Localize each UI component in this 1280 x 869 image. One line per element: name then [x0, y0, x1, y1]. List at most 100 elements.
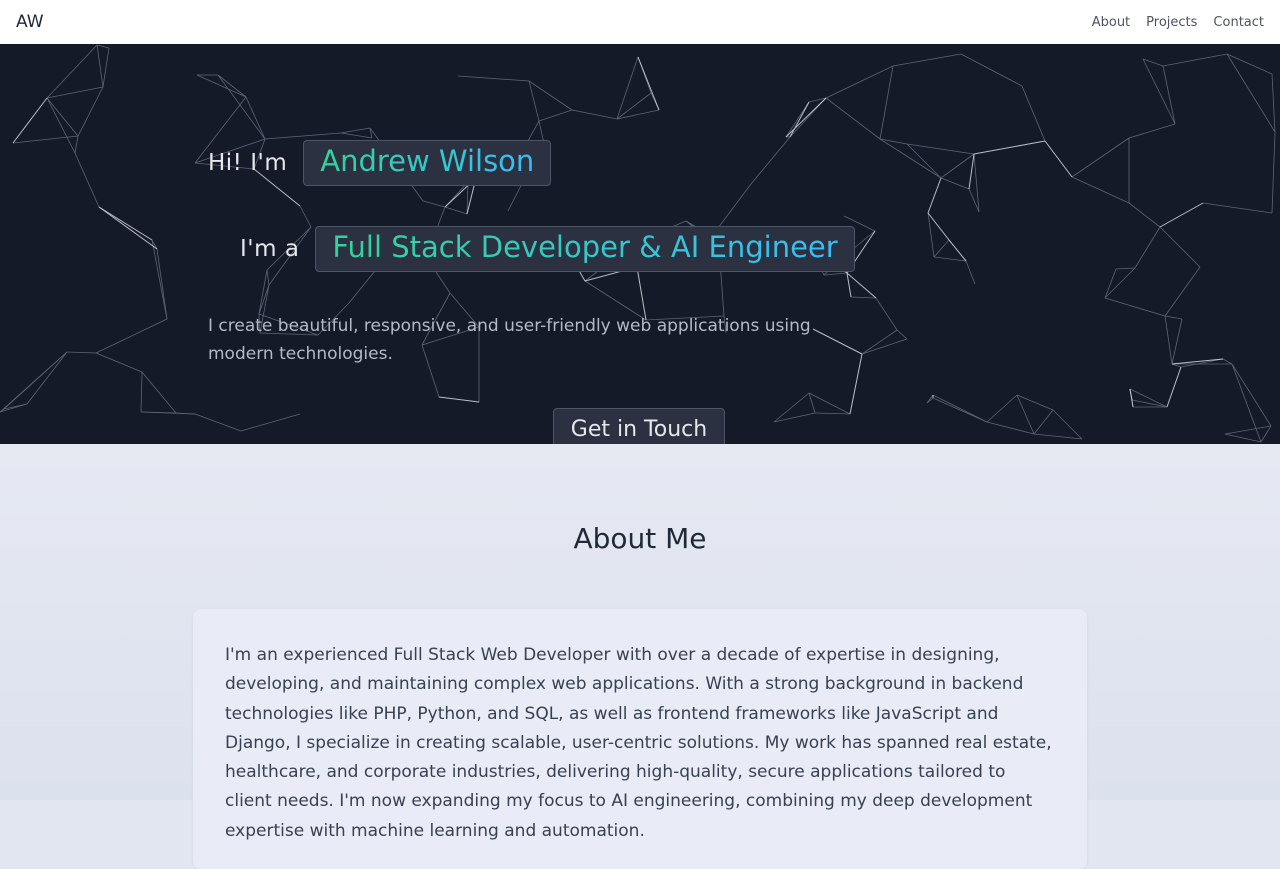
network-edge	[438, 396, 480, 403]
network-edge	[3, 351, 68, 410]
network-edge	[98, 206, 153, 241]
network-edge	[266, 269, 270, 286]
network-edge	[940, 153, 975, 179]
network-edge	[194, 413, 242, 432]
network-edge	[1052, 409, 1083, 440]
network-edge	[74, 135, 79, 154]
about-body: I'm an experienced Full Stack Web Develo…	[225, 645, 1052, 841]
network-edge	[77, 86, 104, 137]
network-edge	[773, 392, 810, 423]
network-edge	[140, 411, 196, 415]
nav-link-projects[interactable]: Projects	[1146, 15, 1197, 30]
network-edge	[1159, 202, 1204, 228]
get-in-touch-button[interactable]: Get in Touch	[553, 408, 725, 444]
network-edge	[95, 352, 143, 373]
greeting-line: Hi! I'm Andrew Wilson	[208, 140, 552, 186]
network-edge	[986, 394, 1018, 423]
network-edge	[422, 200, 446, 208]
network-edge	[616, 56, 639, 120]
network-edge	[46, 97, 79, 137]
network-edge	[1128, 123, 1176, 139]
network-edge	[825, 65, 894, 99]
network-edge	[74, 152, 100, 208]
network-edge	[340, 132, 373, 139]
network-edge	[1224, 433, 1262, 443]
nav-link-contact[interactable]: Contact	[1213, 15, 1264, 30]
network-edge	[1044, 140, 1073, 178]
network-edge	[948, 239, 967, 262]
network-edge	[861, 338, 908, 355]
network-edge	[814, 412, 851, 415]
network-edge	[96, 44, 104, 88]
network-edge	[95, 318, 168, 354]
network-edge	[932, 397, 988, 423]
network-edge	[151, 239, 168, 320]
role-highlight: Full Stack Developer & AI Engineer	[315, 226, 855, 272]
network-edge	[299, 205, 312, 228]
network-edge	[846, 272, 877, 299]
network-edge	[340, 127, 371, 134]
network-edge	[861, 329, 898, 355]
hero-intro: I create beautiful, responsive, and user…	[208, 316, 811, 364]
network-edge	[240, 413, 301, 432]
network-edge	[1071, 176, 1130, 204]
network-edge	[26, 351, 68, 405]
network-edge	[1021, 85, 1046, 142]
network-edge	[102, 47, 110, 88]
network-edge	[773, 412, 816, 423]
network-edge	[571, 109, 618, 120]
about-section: About Me I'm an experienced Full Stack W…	[0, 444, 1280, 869]
about-title: About Me	[573, 522, 707, 555]
network-edge	[264, 132, 342, 140]
network-edge	[986, 421, 1035, 435]
network-edge	[3, 403, 28, 410]
network-edge	[1164, 315, 1173, 365]
network-edge	[973, 140, 1046, 155]
network-edge	[906, 143, 975, 155]
network-edge	[973, 153, 980, 213]
network-edge	[457, 75, 530, 82]
network-edge	[140, 371, 143, 413]
network-edge	[1226, 53, 1273, 75]
network-edge	[1071, 137, 1130, 178]
network-edge	[1159, 226, 1201, 268]
network-edge	[196, 74, 247, 98]
role-line: I'm a Full Stack Developer & AI Engineer	[240, 226, 855, 272]
network-edge	[846, 272, 852, 298]
network-edge	[808, 392, 851, 415]
nav-link-about[interactable]: About	[1092, 15, 1130, 30]
network-edge	[1171, 363, 1182, 368]
network-edge	[1162, 53, 1228, 67]
network-edge	[1162, 65, 1176, 125]
network-edge	[1202, 202, 1273, 214]
network-edge	[12, 97, 48, 144]
network-edge	[750, 136, 791, 185]
network-edge	[1171, 358, 1224, 365]
network-edge	[933, 256, 967, 262]
network-edge	[896, 329, 908, 340]
network-edge	[875, 297, 898, 331]
network-edge	[96, 44, 110, 49]
network-edge	[1171, 318, 1183, 365]
network-edge	[1104, 297, 1166, 317]
about-card: I'm an experienced Full Stack Web Develo…	[193, 609, 1087, 869]
network-edge	[1129, 388, 1168, 408]
site-logo[interactable]: AW	[16, 12, 44, 32]
network-edge	[1164, 315, 1183, 320]
network-edge	[1164, 266, 1201, 317]
network-edge	[1115, 267, 1136, 270]
network-edge	[1104, 267, 1136, 299]
network-edge	[1131, 399, 1168, 408]
network-edge	[932, 394, 988, 423]
greeting-prefix: Hi! I'm	[208, 150, 288, 176]
network-edge	[1104, 268, 1117, 299]
network-edge	[245, 96, 266, 140]
network-edge	[217, 74, 266, 140]
network-edge	[785, 101, 810, 138]
network-edge	[98, 206, 158, 250]
network-edge	[637, 56, 660, 111]
network-edge	[940, 177, 970, 190]
network-edge	[1134, 226, 1161, 269]
network-edge	[892, 53, 962, 67]
network-edge	[66, 351, 97, 354]
